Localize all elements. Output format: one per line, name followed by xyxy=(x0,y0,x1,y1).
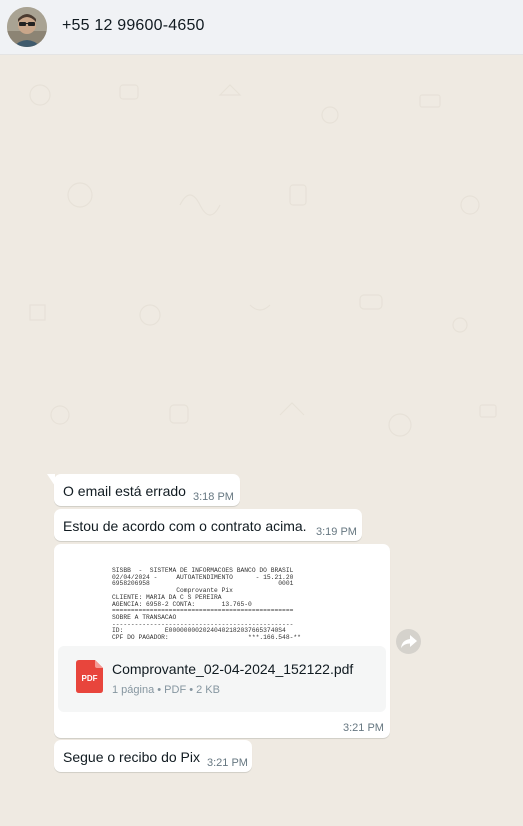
forward-icon xyxy=(400,634,417,648)
pdf-file-icon: PDF xyxy=(76,660,103,693)
document-message-bubble[interactable]: SISBB - SISTEMA DE INFORMACOES BANCO DO … xyxy=(54,544,390,738)
receipt-line: CPF DO PAGADOR: ***.166.548-** xyxy=(112,634,301,642)
message-time: 3:21 PM xyxy=(207,757,248,769)
message-time: 3:21 PM xyxy=(343,722,384,734)
avatar-image xyxy=(7,7,47,47)
message-bubble[interactable]: Estou de acordo com o contrato acima. 3:… xyxy=(54,509,362,541)
receipt-preview-text: SISBB - SISTEMA DE INFORMACOES BANCO DO … xyxy=(112,567,301,642)
contact-name[interactable]: +55 12 99600-4650 xyxy=(62,17,205,35)
message-bubble[interactable]: Segue o recibo do Pix 3:21 PM xyxy=(54,740,252,772)
document-meta: 1 página • PDF • 2 KB xyxy=(112,684,220,696)
chat-header: +55 12 99600-4650 xyxy=(0,0,523,55)
message-time: 3:19 PM xyxy=(316,526,357,538)
message-bubble[interactable]: O email está errado 3:18 PM xyxy=(47,474,240,506)
avatar[interactable] xyxy=(7,7,47,47)
forward-button[interactable] xyxy=(396,629,421,654)
document-card[interactable]: PDF Comprovante_02-04-2024_152122.pdf 1 … xyxy=(58,646,386,712)
message-text: Estou de acordo com o contrato acima. xyxy=(63,518,307,534)
bubble-tail xyxy=(47,474,55,486)
message-text: Segue o recibo do Pix xyxy=(63,749,200,765)
message-time: 3:18 PM xyxy=(193,491,234,503)
pdf-icon-label: PDF xyxy=(82,674,98,683)
message-text: O email está errado xyxy=(63,483,186,499)
document-file-name[interactable]: Comprovante_02-04-2024_152122.pdf xyxy=(112,661,353,677)
document-preview[interactable]: SISBB - SISTEMA DE INFORMACOES BANCO DO … xyxy=(58,548,386,642)
